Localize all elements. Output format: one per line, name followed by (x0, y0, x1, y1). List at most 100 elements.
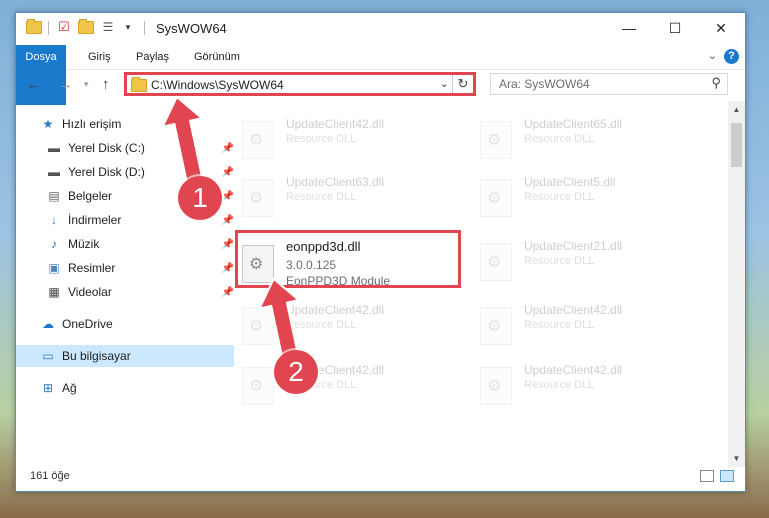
sidebar-item-label: Videolar (68, 285, 112, 299)
download-icon: ↓ (51, 213, 57, 227)
file-name: UpdateClient65.dll (524, 117, 623, 131)
sidebar-item-label: İndirmeler (68, 213, 122, 227)
navigation-pane: ★ Hızlı erişim ▬ Yerel Disk (C:) 📌 ▬ Yer… (16, 105, 234, 465)
file-item[interactable]: UpdateClient5.dll Resource DLL (472, 167, 692, 227)
file-item[interactable]: UpdateClient42.dll Resource DLL (234, 109, 454, 169)
window-title: SysWOW64 (156, 21, 227, 36)
file-item[interactable]: UpdateClient42.dll Resource DLL (234, 355, 454, 415)
new-folder-icon[interactable] (78, 18, 94, 35)
forward-arrow-icon[interactable]: → (58, 76, 73, 93)
sidebar-item-music[interactable]: ♪ Müzik 📌 (16, 233, 240, 255)
search-input[interactable]: Ara: SysWOW64 ⚲ (490, 73, 728, 95)
details-view-icon[interactable] (700, 470, 714, 482)
sidebar-item-label: Ağ (62, 381, 77, 395)
recent-locations-icon[interactable]: ▾ (84, 79, 89, 90)
help-icon[interactable]: ? (724, 49, 739, 64)
file-description: Resource DLL (286, 191, 357, 203)
file-item[interactable]: UpdateClient42.dll Resource DLL (234, 295, 454, 355)
dll-file-icon (480, 367, 512, 405)
dll-file-icon (480, 243, 512, 281)
sidebar-item-label: Resimler (68, 261, 116, 275)
sidebar-item-label: OneDrive (62, 317, 113, 331)
scroll-down-icon[interactable]: ▼ (728, 454, 745, 463)
file-description: Resource DLL (524, 191, 595, 203)
status-bar: 161 öğe (16, 465, 745, 489)
sidebar-item-videos[interactable]: ▦ Videolar 📌 (16, 281, 240, 303)
dll-file-icon (242, 367, 274, 405)
file-description: Resource DLL (524, 255, 595, 267)
cloud-icon: ☁ (42, 317, 54, 331)
drive-icon: ▬ (48, 165, 60, 179)
file-item[interactable]: UpdateClient21.dll Resource DLL (472, 231, 692, 291)
step-1-badge: 1 (178, 176, 222, 220)
drive-icon: ▬ (48, 141, 60, 155)
properties-icon[interactable]: ☑ (56, 19, 72, 35)
maximize-button[interactable]: ☐ (652, 13, 698, 43)
document-icon: ▤ (48, 189, 60, 203)
customize-icon[interactable]: ☰ (100, 19, 116, 35)
navigation-bar: ← → ▾ ↑ C:\Windows\SysWOW64 ⌄ ↻ Ara: Sys… (16, 70, 745, 100)
sidebar-item-label: Belgeler (68, 189, 113, 203)
file-highlight-box (235, 230, 461, 288)
dll-file-icon (242, 121, 274, 159)
tiles-view-icon[interactable] (720, 470, 734, 482)
sidebar-item-onedrive[interactable]: ☁ OneDrive (16, 313, 234, 335)
file-name: UpdateClient63.dll (286, 175, 385, 189)
dll-file-icon (480, 121, 512, 159)
minimize-button[interactable]: — (606, 13, 652, 43)
tab-giris[interactable]: Giriş (88, 45, 111, 69)
file-name: UpdateClient21.dll (524, 239, 623, 253)
sidebar-item-disk-c[interactable]: ▬ Yerel Disk (C:) 📌 (16, 137, 240, 159)
file-description: Resource DLL (524, 379, 595, 391)
file-name: UpdateClient5.dll (524, 175, 616, 189)
file-name: UpdateClient42.dll (286, 303, 385, 317)
step-2-badge: 2 (274, 350, 318, 394)
sidebar-item-pictures[interactable]: ▣ Resimler 📌 (16, 257, 240, 279)
tab-gorunum[interactable]: Görünüm (194, 45, 240, 69)
scrollbar-thumb[interactable] (731, 123, 742, 167)
folder-icon (26, 18, 42, 35)
file-name: UpdateClient42.dll (286, 117, 385, 131)
sidebar-item-network[interactable]: ⊞ Ağ (16, 377, 234, 399)
pictures-icon: ▣ (48, 261, 60, 275)
close-button[interactable]: ✕ (698, 13, 744, 43)
file-description: Resource DLL (286, 319, 357, 331)
star-icon: ★ (42, 117, 54, 131)
file-item[interactable]: UpdateClient42.dll Resource DLL (472, 355, 692, 415)
folder-icon (131, 77, 147, 92)
address-bar[interactable]: C:\Windows\SysWOW64 ⌄ ↻ (124, 72, 476, 96)
sidebar-item-label: Müzik (68, 237, 100, 251)
dll-file-icon (480, 179, 512, 217)
divider (48, 21, 49, 35)
sidebar-item-label: Bu bilgisayar (62, 349, 131, 363)
sidebar-item-label: Hızlı erişim (62, 117, 122, 131)
sidebar-item-label: Yerel Disk (C:) (68, 141, 145, 155)
refresh-icon[interactable]: ↻ (452, 75, 473, 93)
file-description: Resource DLL (286, 133, 357, 145)
sidebar-item-this-pc[interactable]: ▭ Bu bilgisayar (16, 345, 234, 367)
file-name: UpdateClient42.dll (524, 363, 623, 377)
tab-paylas[interactable]: Paylaş (136, 45, 169, 69)
scroll-up-icon[interactable]: ▲ (728, 105, 745, 114)
divider (144, 21, 145, 35)
computer-icon: ▭ (42, 349, 54, 363)
chevron-down-icon[interactable]: ⌄ (440, 77, 449, 90)
file-item[interactable]: UpdateClient42.dll Resource DLL (472, 295, 692, 355)
file-item[interactable]: UpdateClient63.dll Resource DLL (234, 167, 454, 227)
item-count: 161 öğe (30, 470, 70, 482)
file-name: UpdateClient42.dll (524, 303, 623, 317)
search-icon: ⚲ (711, 75, 721, 90)
vertical-scrollbar[interactable]: ▲ ▼ (728, 101, 745, 467)
chevron-down-icon[interactable]: ⌄ (708, 49, 717, 62)
back-arrow-icon[interactable]: ← (26, 76, 41, 93)
sidebar-item-quick-access[interactable]: ★ Hızlı erişim (16, 113, 234, 135)
video-icon: ▦ (48, 285, 60, 299)
network-icon: ⊞ (42, 381, 54, 395)
dropdown-icon[interactable]: ▾ (120, 19, 136, 35)
file-item[interactable]: UpdateClient65.dll Resource DLL (472, 109, 692, 169)
search-placeholder: Ara: SysWOW64 (499, 77, 590, 91)
explorer-window: ☑ ☰ ▾ SysWOW64 — ☐ ✕ Dosya Giriş Paylaş … (15, 12, 746, 492)
file-description: Resource DLL (524, 133, 595, 145)
up-arrow-icon[interactable]: ↑ (102, 76, 110, 93)
file-description: Resource DLL (524, 319, 595, 331)
